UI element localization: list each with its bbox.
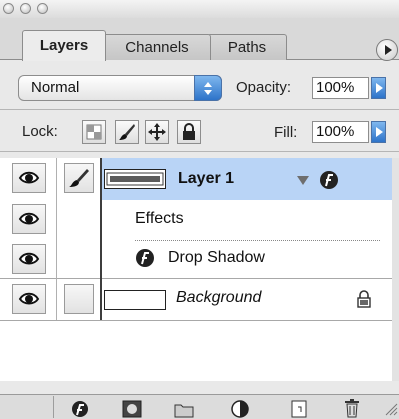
new-adjustment-layer-icon[interactable] — [228, 398, 252, 418]
row-divider — [0, 278, 392, 279]
divider — [0, 151, 399, 152]
lock-transparency-button[interactable] — [82, 120, 106, 144]
drop-shadow-label[interactable]: Drop Shadow — [168, 249, 265, 267]
divider — [0, 109, 399, 110]
fill-slider-arrow-icon[interactable] — [371, 121, 386, 143]
layer-1-link-toggle[interactable] — [64, 163, 94, 193]
background-layer-name: Background — [176, 289, 262, 306]
minimize-window-button[interactable] — [20, 3, 31, 14]
column-separator — [100, 158, 102, 320]
opacity-slider-arrow-icon[interactable] — [371, 77, 386, 99]
row-divider — [0, 320, 392, 321]
resize-grip-icon[interactable] — [384, 400, 398, 416]
eye-icon — [18, 212, 40, 225]
new-layer-icon[interactable] — [287, 398, 311, 418]
title-bar — [0, 0, 399, 18]
layers-palette: Paths Channels Layers Normal Opacity: 10… — [0, 0, 399, 419]
layer-1-name: Layer 1 — [178, 170, 235, 187]
opacity-field[interactable]: 100% — [312, 77, 369, 99]
palette-menu-button[interactable] — [376, 39, 398, 61]
tab-channels[interactable]: Channels — [103, 34, 211, 60]
blend-mode-stepper-icon[interactable] — [194, 75, 222, 101]
brush-icon — [119, 124, 135, 140]
effects-divider — [135, 240, 380, 241]
layer-1-visibility-toggle[interactable] — [12, 163, 46, 193]
zoom-window-button[interactable] — [37, 3, 48, 14]
tab-paths[interactable]: Paths — [207, 34, 287, 60]
close-window-button[interactable] — [3, 3, 14, 14]
lock-all-button[interactable] — [177, 120, 201, 144]
collapse-effects-triangle-icon[interactable] — [296, 174, 310, 186]
lock-position-button[interactable] — [145, 120, 169, 144]
effects-label: Effects — [135, 210, 184, 227]
new-group-folder-icon[interactable] — [172, 398, 196, 418]
toolbar-divider — [53, 396, 54, 418]
lock-icon — [357, 290, 371, 308]
move-arrows-icon — [148, 123, 166, 141]
eye-icon — [18, 252, 40, 265]
tab-layers[interactable]: Layers — [22, 30, 106, 61]
delete-layer-trash-icon[interactable] — [340, 398, 364, 418]
layer-1-thumbnail — [104, 169, 166, 189]
background-link-toggle[interactable] — [64, 284, 94, 314]
add-layer-mask-icon[interactable] — [120, 398, 144, 418]
opacity-label: Opacity: — [236, 79, 292, 96]
blend-mode-value: Normal — [31, 79, 80, 96]
fx-icon — [320, 171, 338, 189]
lock-icon — [183, 123, 195, 140]
fill-label: Fill: — [274, 124, 298, 141]
checkerboard-icon — [86, 124, 102, 140]
eye-icon — [18, 171, 40, 184]
add-layer-style-fx-icon[interactable] — [68, 398, 92, 418]
effects-visibility-toggle[interactable] — [12, 204, 46, 234]
layer-thumbnail-icon — [106, 172, 164, 186]
brush-icon — [69, 169, 89, 187]
fx-icon — [136, 249, 154, 267]
drop-shadow-visibility-toggle[interactable] — [12, 244, 46, 274]
eye-icon — [18, 292, 40, 305]
fill-field[interactable]: 100% — [312, 121, 369, 143]
column-separator — [56, 158, 57, 320]
background-visibility-toggle[interactable] — [12, 284, 46, 314]
lock-image-button[interactable] — [115, 120, 139, 144]
vertical-scrollbar[interactable] — [392, 158, 399, 381]
lock-label: Lock: — [22, 123, 58, 140]
blend-mode-select[interactable]: Normal — [18, 75, 222, 101]
tab-strip: Paths Channels Layers — [0, 18, 399, 61]
background-thumbnail — [104, 290, 166, 310]
